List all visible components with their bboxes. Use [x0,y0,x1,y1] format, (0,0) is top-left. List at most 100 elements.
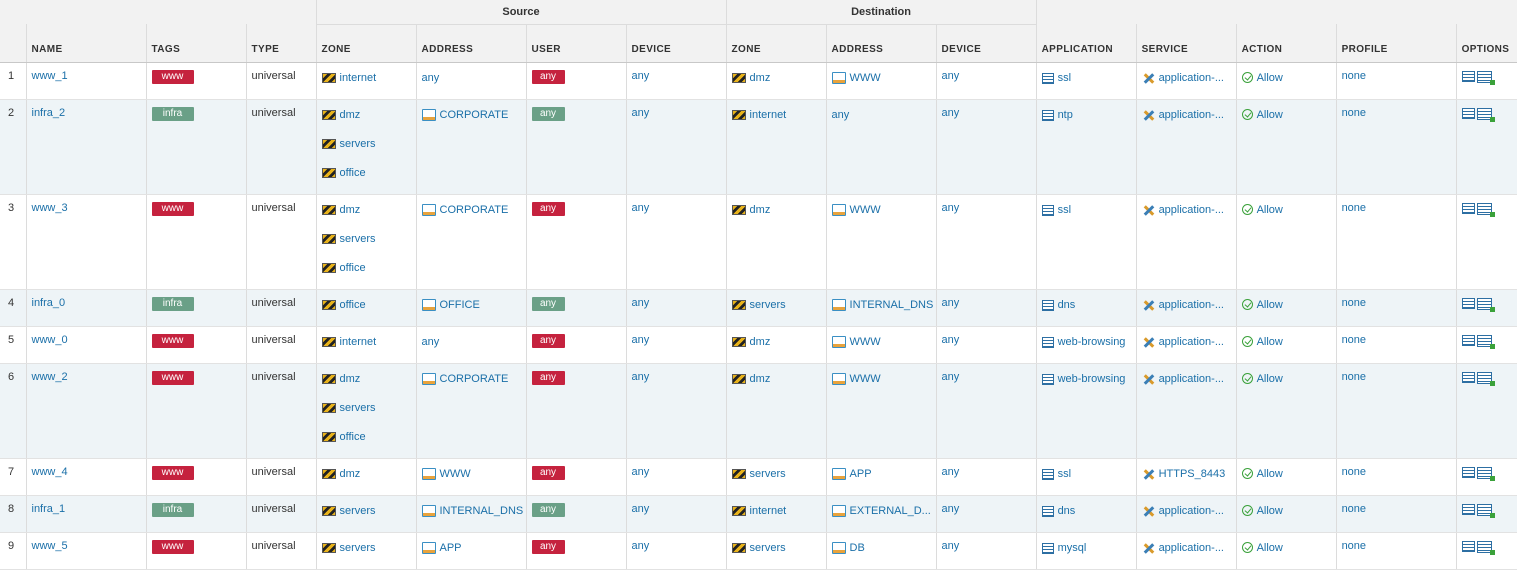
profile-link[interactable]: none [1342,371,1366,383]
options-list-icon[interactable] [1461,297,1475,309]
application-item[interactable]: web-browsing [1041,333,1131,363]
dst-address-link[interactable]: WWW [850,71,881,85]
table-row[interactable]: 7 www_4 www universal dmz WWW any any servers APP… [0,458,1517,496]
table-row[interactable]: 4 infra_0 infra universal office OFFICE any any… [0,289,1517,327]
application-item[interactable]: ntp [1041,106,1131,136]
service-item[interactable]: application-... [1142,333,1231,363]
tag-badge[interactable]: www [151,539,194,554]
application-link[interactable]: dns [1058,504,1076,518]
table-row[interactable]: 2 infra_2 infra universal dmz servers office CO… [0,99,1517,195]
source-zone-link[interactable]: office [340,298,366,312]
options-list-icon[interactable] [1461,70,1475,82]
profile-link[interactable]: none [1342,540,1366,552]
source-zone-item[interactable]: office [321,260,411,289]
service-item[interactable]: application-... [1142,539,1231,569]
service-link[interactable]: application-... [1159,372,1224,386]
col-options[interactable]: OPTIONS [1456,24,1517,63]
source-zone-item[interactable]: dmz [321,370,411,400]
source-zone-link[interactable]: office [340,166,366,180]
col-action[interactable]: ACTION [1236,24,1337,63]
user-badge[interactable]: any [531,69,565,84]
user-badge[interactable]: any [531,333,565,348]
src-address-link[interactable]: CORPORATE [440,372,509,386]
action-item[interactable]: Allow [1241,69,1331,99]
destination-zone-item[interactable]: internet [731,502,821,532]
destination-zone-item[interactable]: dmz [731,201,821,231]
dst-address-link[interactable]: any [832,108,850,122]
user-badge[interactable]: any [531,370,565,385]
action-label[interactable]: Allow [1257,298,1283,312]
action-label[interactable]: Allow [1257,203,1283,217]
destination-device-link[interactable]: any [942,202,960,214]
action-label[interactable]: Allow [1257,467,1283,481]
application-link[interactable]: dns [1058,298,1076,312]
destination-zone-item[interactable]: servers [731,539,821,569]
rule-name-link[interactable]: infra_0 [32,297,66,309]
application-item[interactable]: dns [1041,296,1131,326]
source-zone-link[interactable]: servers [340,137,376,151]
service-item[interactable]: application-... [1142,296,1231,326]
user-badge[interactable]: any [531,465,565,480]
rule-name-link[interactable]: www_3 [32,202,68,214]
service-item[interactable]: application-... [1142,69,1231,99]
destination-zone-item[interactable]: internet [731,106,821,136]
application-link[interactable]: web-browsing [1058,335,1126,349]
source-zone-item[interactable]: internet [321,69,411,99]
table-row[interactable]: 3 www_3 www universal dmz servers office CORPOR… [0,194,1517,290]
col-type[interactable]: TYPE [246,24,317,63]
action-label[interactable]: Allow [1257,335,1283,349]
tag-badge[interactable]: infra [151,106,194,121]
source-device-link[interactable]: any [632,70,650,82]
options-log-icon[interactable] [1476,334,1495,349]
action-label[interactable]: Allow [1257,372,1283,386]
rule-name-link[interactable]: infra_2 [32,107,66,119]
options-log-icon[interactable] [1476,107,1495,122]
source-device-link[interactable]: any [632,371,650,383]
options-list-icon[interactable] [1461,503,1475,515]
table-row[interactable]: 8 infra_1 infra universal servers INTERNAL_DN… [0,495,1517,533]
action-item[interactable]: Allow [1241,370,1331,400]
source-device-link[interactable]: any [632,334,650,346]
tag-badge[interactable]: infra [151,296,194,311]
tag-badge[interactable]: infra [151,502,194,517]
src-address-link[interactable]: WWW [440,467,471,481]
col-service[interactable]: SERVICE [1136,24,1237,63]
options-list-icon[interactable] [1461,107,1475,119]
action-item[interactable]: Allow [1241,201,1331,231]
options-log-icon[interactable] [1476,297,1495,312]
dst-address-link[interactable]: EXTERNAL_D... [850,504,931,518]
options-log-icon[interactable] [1476,202,1495,217]
col-source-zone[interactable]: ZONE [316,24,417,63]
service-link[interactable]: HTTPS_8443 [1159,467,1226,481]
destination-zone-link[interactable]: internet [750,504,787,518]
tag-badge[interactable]: www [151,465,194,480]
src-address-link[interactable]: OFFICE [440,298,480,312]
action-label[interactable]: Allow [1257,541,1283,555]
rule-name-link[interactable]: www_1 [32,70,68,82]
source-device-link[interactable]: any [632,202,650,214]
options-list-icon[interactable] [1461,334,1475,346]
dst-address-link[interactable]: WWW [850,335,881,349]
service-link[interactable]: application-... [1159,335,1224,349]
application-link[interactable]: ssl [1058,467,1071,481]
service-link[interactable]: application-... [1159,298,1224,312]
col-source-address[interactable]: ADDRESS [416,24,527,63]
rule-name-link[interactable]: www_0 [32,334,68,346]
table-row[interactable]: 5 www_0 www universal internet any any any dmz WW… [0,326,1517,364]
user-badge[interactable]: any [531,502,565,517]
destination-device-link[interactable]: any [942,540,960,552]
table-row[interactable]: 6 www_2 www universal dmz servers office CORPOR… [0,363,1517,459]
options-list-icon[interactable] [1461,466,1475,478]
user-badge[interactable]: any [531,201,565,216]
action-label[interactable]: Allow [1257,108,1283,122]
source-device-link[interactable]: any [632,466,650,478]
dst-address-link[interactable]: DB [850,541,865,555]
options-log-icon[interactable] [1476,371,1495,386]
source-zone-link[interactable]: servers [340,401,376,415]
col-user[interactable]: USER [526,24,627,63]
rule-name-link[interactable]: www_2 [32,371,68,383]
destination-device-link[interactable]: any [942,503,960,515]
destination-device-link[interactable]: any [942,70,960,82]
source-device-link[interactable]: any [632,107,650,119]
application-link[interactable]: ssl [1058,71,1071,85]
